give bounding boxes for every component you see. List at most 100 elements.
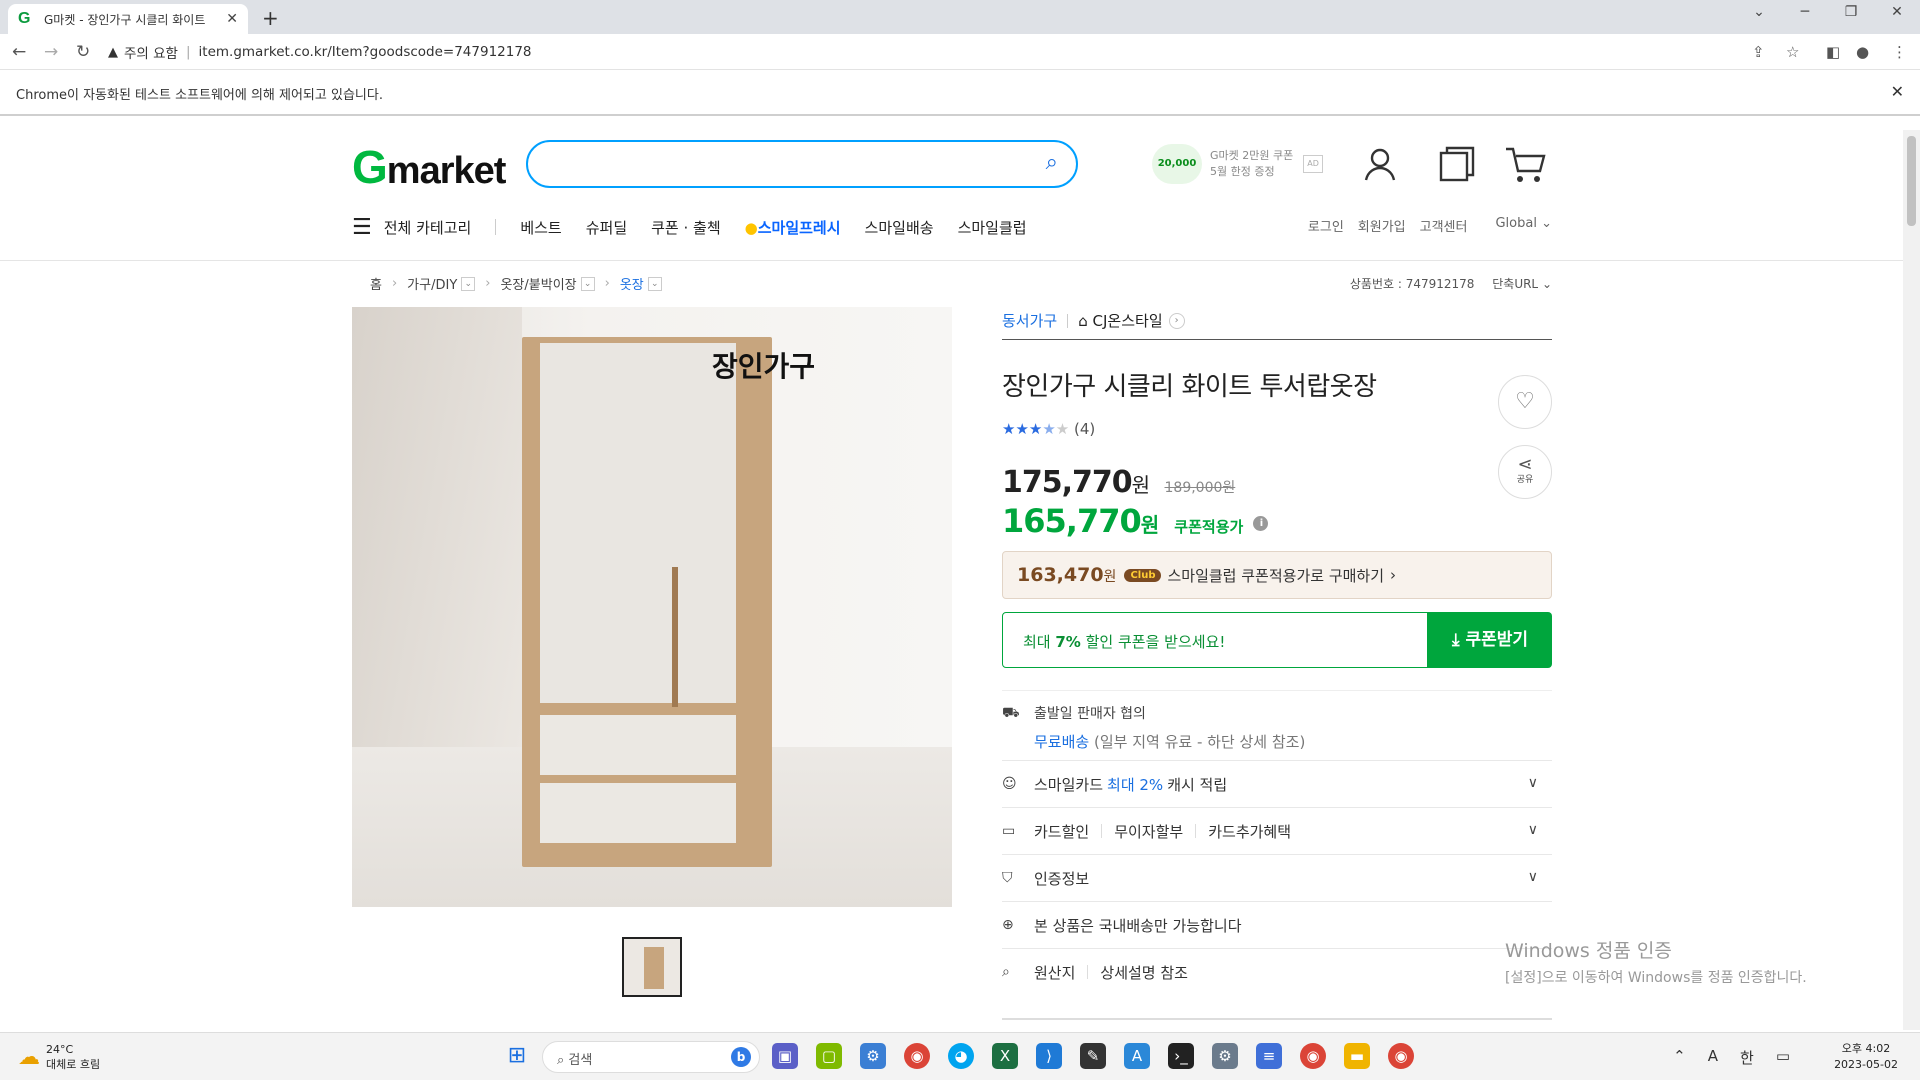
get-coupon-button[interactable]: ⤓ 쿠폰받기 xyxy=(1428,612,1552,668)
star-icon: ★★★ xyxy=(1002,420,1043,438)
nav-coupon[interactable]: 쿠폰 · 출첵 xyxy=(651,217,721,238)
rating[interactable]: ★★★★★ (4) xyxy=(1002,420,1095,438)
ime-indicator[interactable]: 한 xyxy=(1740,1047,1754,1068)
browser-tab[interactable]: G G마켓 - 장인가구 시클리 화이트 ✕ xyxy=(8,4,248,34)
windows-activation-watermark: Windows 정품 인증 [설정]으로 이동하여 Windows를 정품 인증… xyxy=(1505,940,1807,986)
wishlist-heart-icon[interactable]: ♡ xyxy=(1498,375,1552,429)
share-button[interactable]: ⋖ 공유 xyxy=(1498,445,1552,499)
coupon-banner[interactable]: 20,000 G마켓 2만원 쿠폰 5월 한정 증정 AD xyxy=(1152,144,1323,184)
breadcrumb-cat1[interactable]: 가구/DIY xyxy=(407,274,457,293)
font-icon[interactable]: A xyxy=(1708,1047,1718,1068)
share-icon: ⋖ xyxy=(1517,454,1533,475)
chevron-down-icon[interactable]: ⌄ xyxy=(647,276,662,291)
breadcrumb-home[interactable]: 홈 xyxy=(370,274,382,293)
nav-smile-delivery[interactable]: 스마일배송 xyxy=(865,217,934,238)
terminal-icon[interactable]: ›_ xyxy=(1168,1043,1194,1069)
smilecard-row[interactable]: ☺ 스마일카드 최대 2% 캐시 적립 ∨ xyxy=(1002,760,1552,807)
network-icon[interactable]: ▭ xyxy=(1776,1047,1790,1068)
app-icon[interactable]: ◕ xyxy=(948,1043,974,1069)
bookmark-star-icon[interactable]: ☆ xyxy=(1786,43,1799,61)
chrome-icon[interactable]: ◉ xyxy=(904,1043,930,1069)
store-icon: ⌂ xyxy=(1078,311,1088,330)
breadcrumb-cat3[interactable]: 옷장 xyxy=(620,274,644,293)
original-price: 189,000원 xyxy=(1164,480,1236,496)
thumbnail-1[interactable] xyxy=(622,937,682,997)
new-tab-button[interactable]: + xyxy=(262,6,279,30)
app-icon[interactable]: A xyxy=(1124,1043,1150,1069)
nav-best[interactable]: 베스트 xyxy=(520,217,561,238)
share-page-icon[interactable]: ⇪ xyxy=(1752,43,1765,61)
close-infobar-icon[interactable]: ✕ xyxy=(1891,82,1904,101)
app-icon[interactable]: ⚙ xyxy=(860,1043,886,1069)
notes-icon[interactable]: ✎ xyxy=(1080,1043,1106,1069)
teams-icon[interactable]: ▣ xyxy=(772,1043,798,1069)
shipping-info: ⛟ 출발일 판매자 협의 무료배송 (일부 지역 유료 - 하단 상세 참조) xyxy=(1002,690,1552,760)
support-link[interactable]: 고객센터 xyxy=(1420,216,1468,235)
nav-all-category[interactable]: 전체 카테고리 xyxy=(384,217,472,238)
tab-search-icon[interactable]: ⌄ xyxy=(1744,4,1774,20)
restore-button[interactable]: ❐ xyxy=(1836,4,1866,20)
store-link[interactable]: CJ온스타일 xyxy=(1093,310,1163,331)
signup-link[interactable]: 회원가입 xyxy=(1358,216,1406,235)
gmarket-logo[interactable]: Gmarket xyxy=(352,140,506,194)
search-icon[interactable]: ⌕ xyxy=(1046,150,1058,175)
card-discount-row[interactable]: ▭ 카드할인 무이자할부 카드추가혜택 ∨ xyxy=(1002,807,1552,854)
omnibox[interactable]: ▲ 주의 요함 | item.gmarket.co.kr/Item?goodsc… xyxy=(108,39,1808,65)
breadcrumb-cat2[interactable]: 옷장/붙박이장 xyxy=(500,274,576,293)
cart-icon[interactable] xyxy=(1504,146,1546,193)
chevron-down-icon: ∨ xyxy=(1527,869,1538,885)
settings-icon[interactable]: ⚙ xyxy=(1212,1043,1238,1069)
close-window-button[interactable]: ✕ xyxy=(1882,4,1912,20)
chevron-right-icon[interactable]: › xyxy=(1168,312,1185,329)
nav-smile-club[interactable]: 스마일클럽 xyxy=(958,217,1027,238)
hamburger-menu-icon[interactable]: ☰ xyxy=(352,215,372,240)
recent-items-icon[interactable] xyxy=(1438,146,1476,191)
minimize-button[interactable]: ─ xyxy=(1790,4,1820,20)
tray-chevron-up-icon[interactable]: ⌃ xyxy=(1673,1047,1686,1068)
start-button-icon[interactable]: ⊞ xyxy=(504,1043,530,1069)
app-icon[interactable]: ▢ xyxy=(816,1043,842,1069)
excel-icon[interactable]: X xyxy=(992,1043,1018,1069)
chrome-menu-icon[interactable]: ⋮ xyxy=(1892,43,1907,61)
taskbar-search[interactable]: ⌕ 검색 b xyxy=(542,1041,760,1073)
file-explorer-icon[interactable]: ▬ xyxy=(1344,1043,1370,1069)
reload-icon[interactable]: ↻ xyxy=(76,42,90,62)
chevron-down-icon[interactable]: ⌄ xyxy=(580,276,595,291)
coupon-line1: G마켓 2만원 쿠폰 xyxy=(1210,149,1294,162)
nav-super-deal[interactable]: 슈퍼딜 xyxy=(586,217,627,238)
browser-tab-bar: G G마켓 - 장인가구 시클리 화이트 ✕ + ⌄ ─ ❐ ✕ xyxy=(0,0,1920,34)
chrome-icon[interactable]: ◉ xyxy=(1388,1043,1414,1069)
back-icon[interactable]: ← xyxy=(12,42,26,62)
search-input[interactable]: ⌕ xyxy=(526,140,1078,188)
info-icon[interactable]: i xyxy=(1253,515,1269,531)
nav-smile-fresh[interactable]: ●스마일프레시 xyxy=(745,217,841,238)
profile-icon[interactable]: ● xyxy=(1856,43,1869,61)
certification-row[interactable]: ⛉ 인증정보 ∨ xyxy=(1002,854,1552,901)
url-text: item.gmarket.co.kr/Item?goodscode=747912… xyxy=(198,44,532,60)
card-icon: ▭ xyxy=(1002,823,1016,839)
product-main-image[interactable]: 장인가구 xyxy=(352,307,952,907)
coupon-info-box: 최대 7% 할인 쿠폰을 받으세요! xyxy=(1002,612,1428,668)
scrollbar[interactable] xyxy=(1903,130,1920,1030)
club-badge: Club xyxy=(1124,568,1162,582)
smile-icon: ● xyxy=(744,218,758,237)
clock[interactable]: 오후 4:02 2023-05-02 xyxy=(1834,1041,1898,1073)
notepad-icon[interactable]: ≡ xyxy=(1256,1043,1282,1069)
coupon-line2: 5월 한정 증정 xyxy=(1210,165,1275,178)
global-link[interactable]: Global ⌄ xyxy=(1481,216,1552,235)
star-half-icon: ★ xyxy=(1042,420,1056,438)
chrome-icon[interactable]: ◉ xyxy=(1300,1043,1326,1069)
login-link[interactable]: 로그인 xyxy=(1308,216,1344,235)
weather-widget[interactable]: ☁ 24°C 대체로 흐림 xyxy=(18,1043,100,1072)
short-url-button[interactable]: 단축URL ⌄ xyxy=(1492,277,1552,291)
chevron-down-icon[interactable]: ⌄ xyxy=(461,276,476,291)
smile-club-purchase-banner[interactable]: 163,470원 Club 스마일클럽 쿠폰적용가로 구매하기 › xyxy=(1002,551,1552,599)
close-tab-icon[interactable]: ✕ xyxy=(226,11,238,27)
brand-link[interactable]: 동서가구 xyxy=(1002,310,1057,331)
download-icon: ⤓ xyxy=(1452,630,1460,650)
vscode-icon[interactable]: ⟩ xyxy=(1036,1043,1062,1069)
forward-icon[interactable]: → xyxy=(44,42,58,62)
my-page-icon[interactable] xyxy=(1362,146,1398,191)
warning-icon: ▲ xyxy=(108,44,118,60)
side-panel-icon[interactable]: ◧ xyxy=(1826,43,1840,61)
